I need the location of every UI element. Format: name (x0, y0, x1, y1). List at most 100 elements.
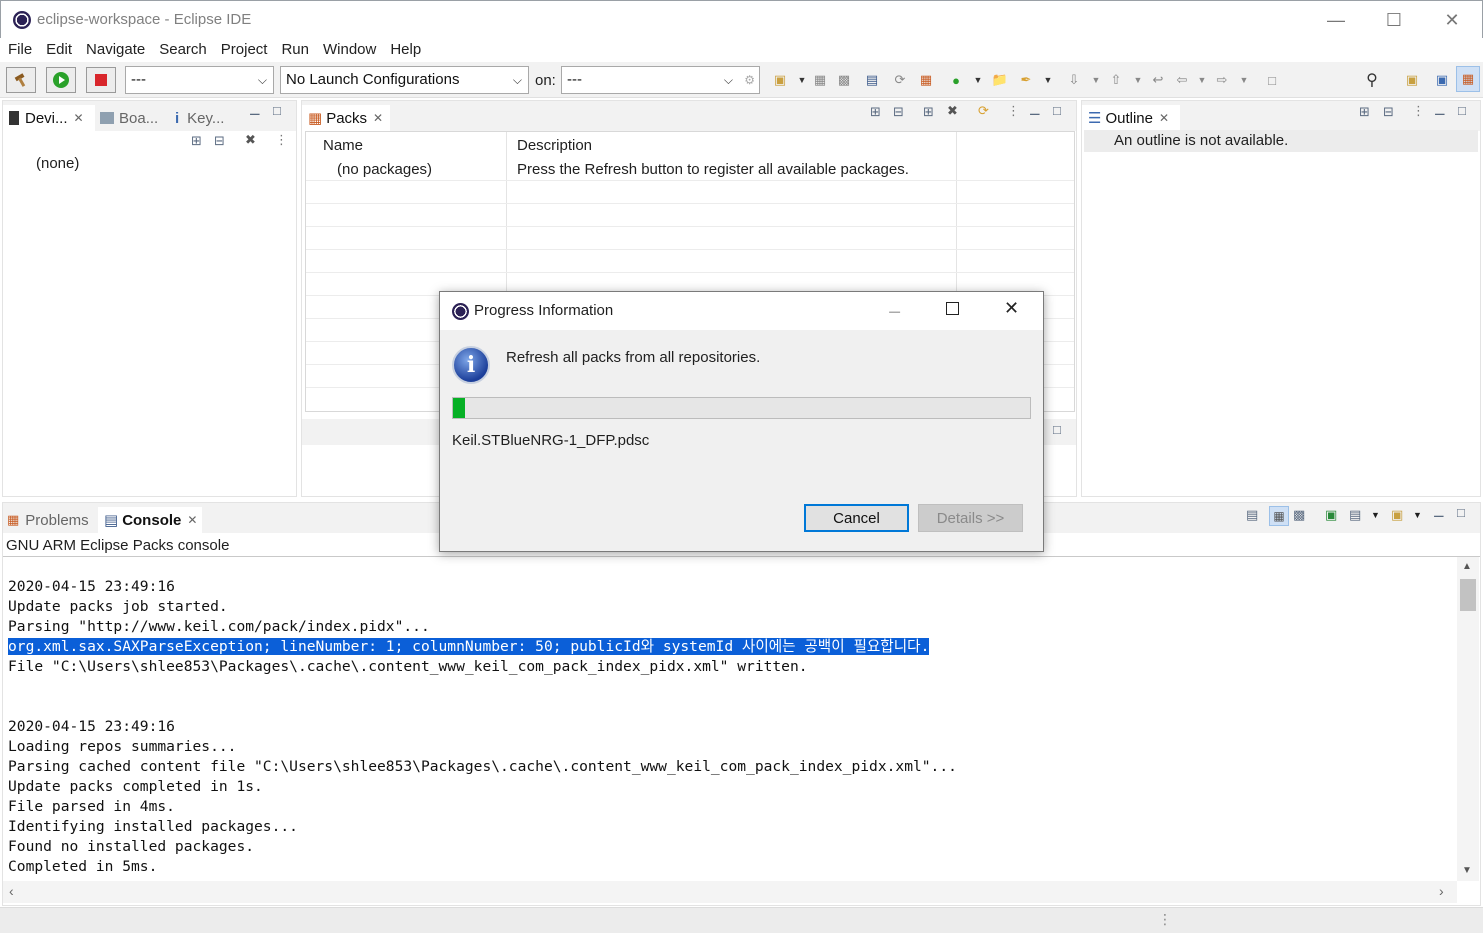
minimize-icon[interactable]: ⚊ (1434, 103, 1446, 119)
tab-console[interactable]: ▤ Console ✕ (98, 507, 202, 533)
scroll-lock-icon[interactable]: ▦ (1269, 506, 1289, 526)
packs-perspective-icon[interactable]: ▦ (1456, 66, 1480, 92)
close-icon[interactable]: ✕ (1159, 111, 1169, 125)
column-header-description[interactable]: Description (517, 137, 592, 154)
save-icon[interactable]: ▦ (812, 72, 828, 88)
expand-all-icon[interactable]: ⊞ (191, 133, 202, 149)
menu-file[interactable]: File (8, 38, 32, 62)
packs-icon[interactable]: ▦ (918, 72, 934, 88)
prev-annotation-icon[interactable]: ⇧ (1108, 72, 1124, 88)
minimize-button[interactable]: — (1307, 1, 1365, 39)
scroll-up-icon[interactable]: ▲ (1462, 561, 1472, 572)
forward-icon[interactable]: ⇨ (1214, 72, 1230, 88)
dialog-minimize-button[interactable]: ⚊ (888, 299, 901, 317)
view-menu-icon[interactable]: ⋮ (1412, 103, 1425, 119)
column-header-name[interactable]: Name (323, 137, 363, 154)
minimize-icon[interactable]: ⚊ (1433, 505, 1445, 521)
close-icon[interactable]: ✕ (187, 513, 197, 527)
pin-console-icon[interactable]: ▣ (1325, 507, 1337, 523)
view-menu-icon[interactable]: ⋮ (275, 132, 288, 148)
menu-navigate[interactable]: Navigate (86, 38, 145, 62)
scroll-left-icon[interactable]: ‹ (9, 883, 14, 899)
collapse-all-icon[interactable]: ⊟ (1383, 104, 1394, 120)
pin-editor-icon[interactable]: □ (1264, 72, 1280, 88)
chevron-down-icon[interactable]: ▼ (1413, 510, 1422, 520)
run-button[interactable] (46, 67, 76, 93)
maximize-icon[interactable]: □ (1053, 103, 1061, 118)
chevron-down-icon[interactable]: ▼ (1194, 72, 1210, 88)
open-console-icon[interactable]: ▣ (1391, 507, 1403, 523)
tab-packs[interactable]: ▦ Packs ✕ (302, 105, 390, 131)
chevron-down-icon[interactable]: ▼ (1130, 72, 1146, 88)
launch-mode-select[interactable]: --- ⌵ (125, 66, 274, 94)
terminal-icon[interactable]: ▤ (864, 72, 880, 88)
dialog-maximize-button[interactable] (946, 302, 959, 315)
maximize-icon[interactable]: □ (1457, 505, 1465, 520)
scrollbar-thumb[interactable] (1460, 579, 1476, 611)
word-wrap-icon[interactable]: ▩ (1293, 507, 1305, 523)
tab-problems[interactable]: ▦ Problems (7, 507, 89, 533)
menu-window[interactable]: Window (323, 38, 376, 62)
maximize-button[interactable]: ☐ (1365, 1, 1423, 39)
tab-outline[interactable]: ☰ Outline ✕ (1082, 105, 1180, 131)
chevron-down-icon[interactable]: ▼ (1371, 510, 1380, 520)
save-all-icon[interactable]: ▩ (836, 72, 852, 88)
collapse-all-icon[interactable]: ⊟ (893, 104, 904, 120)
open-folder-icon[interactable]: 📁 (992, 72, 1008, 88)
cpp-perspective-icon[interactable]: ▣ (1434, 72, 1450, 88)
status-handle-icon[interactable]: ⋮ (1158, 911, 1172, 928)
console-output[interactable]: 2020-04-15 23:49:16 Update packs job star… (8, 557, 1453, 881)
collapse-all-icon[interactable]: ⊟ (214, 133, 225, 149)
chevron-down-icon[interactable]: ▼ (970, 72, 986, 88)
clear-console-icon[interactable]: ▤ (1246, 507, 1258, 523)
close-button[interactable]: ✕ (1423, 1, 1481, 39)
tab-boards[interactable]: Boa... (100, 105, 158, 131)
menu-search[interactable]: Search (159, 38, 207, 62)
external-tools-icon[interactable]: ● (948, 72, 964, 88)
refresh-icon[interactable]: ⟳ (978, 103, 989, 119)
chevron-down-icon[interactable]: ▼ (1040, 72, 1056, 88)
remove-filters-icon[interactable]: ✖ (245, 132, 256, 148)
scroll-down-icon[interactable]: ▼ (1462, 865, 1472, 876)
table-row[interactable]: (no packages) Press the Refresh button t… (306, 158, 1074, 182)
horizontal-scrollbar[interactable]: ‹ › (3, 881, 1457, 903)
menu-edit[interactable]: Edit (46, 38, 72, 62)
new-icon[interactable]: ▣ (772, 72, 788, 88)
maximize-icon[interactable]: □ (1053, 422, 1061, 437)
tab-keywords[interactable]: i Key... (175, 105, 224, 131)
close-icon[interactable]: ✕ (74, 111, 84, 125)
view-menu-icon[interactable]: ⋮ (1007, 103, 1020, 119)
chevron-down-icon[interactable]: ▼ (1236, 72, 1252, 88)
details-button[interactable]: Details >> (918, 504, 1023, 532)
next-annotation-icon[interactable]: ⇩ (1066, 72, 1082, 88)
cancel-button[interactable]: Cancel (804, 504, 909, 532)
maximize-icon[interactable]: □ (273, 103, 281, 118)
menu-help[interactable]: Help (390, 38, 421, 62)
dialog-close-button[interactable]: ✕ (1004, 298, 1019, 319)
tab-devices[interactable]: Devi... ✕ (3, 105, 95, 131)
back-icon[interactable]: ⇦ (1174, 72, 1190, 88)
search-icon[interactable]: ⚲ (1364, 72, 1380, 89)
build-button[interactable] (6, 67, 36, 93)
debug-skip-icon[interactable]: ⟳ (892, 72, 908, 88)
menu-run[interactable]: Run (281, 38, 309, 62)
search-pen-icon[interactable]: ✒ (1018, 72, 1034, 88)
remove-filters-icon[interactable]: ✖ (947, 103, 958, 119)
vertical-scrollbar[interactable]: ▲ ▼ (1457, 557, 1479, 881)
launch-configuration-select[interactable]: No Launch Configurations ⌵ (280, 66, 529, 94)
launch-target-select[interactable]: --- ⌵ ⚙ (561, 66, 760, 94)
expand-all-icon[interactable]: ⊞ (870, 104, 881, 120)
minimize-icon[interactable]: ⚊ (249, 103, 261, 119)
minimize-icon[interactable]: ⚊ (1029, 103, 1041, 119)
install-icon[interactable]: ⊞ (923, 104, 934, 120)
maximize-icon[interactable]: □ (1458, 103, 1466, 118)
expand-all-icon[interactable]: ⊞ (1359, 104, 1370, 120)
display-console-icon[interactable]: ▤ (1349, 507, 1361, 523)
menu-project[interactable]: Project (221, 38, 268, 62)
scroll-right-icon[interactable]: › (1439, 883, 1444, 899)
chevron-down-icon[interactable]: ▼ (794, 72, 810, 88)
close-icon[interactable]: ✕ (373, 111, 383, 125)
open-perspective-icon[interactable]: ▣ (1404, 72, 1420, 88)
stop-button[interactable] (86, 67, 116, 93)
chevron-down-icon[interactable]: ▼ (1088, 72, 1104, 88)
